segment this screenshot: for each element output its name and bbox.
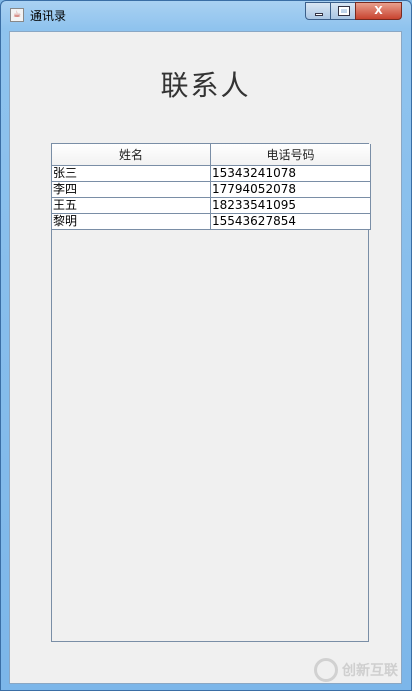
maximize-icon [338,6,350,16]
cell-name[interactable]: 王五 [52,197,211,214]
page-title: 联系人 [160,69,251,102]
contacts-table: 姓名 电话号码 张三 15343241078 李四 17794052078 王五 [52,144,371,230]
java-icon[interactable]: ☕ [10,8,24,22]
table-row[interactable]: 黎明 15543627854 [52,213,371,230]
column-header-phone[interactable]: 电话号码 [210,144,371,166]
title-bar[interactable]: ☕ 通讯录 X [1,1,411,29]
minimize-icon [315,13,323,16]
cell-phone[interactable]: 15343241078 [210,165,371,182]
brand-logo-icon [314,658,338,682]
close-button[interactable]: X [355,2,402,20]
cell-phone[interactable]: 18233541095 [210,197,371,214]
minimize-button[interactable] [305,2,331,20]
window-title: 通讯录 [30,9,67,23]
cell-phone[interactable]: 15543627854 [210,213,371,230]
table-row[interactable]: 王五 18233541095 [52,197,371,214]
cell-name[interactable]: 李四 [52,181,211,198]
cell-name[interactable]: 张三 [52,165,211,182]
table-row[interactable]: 张三 15343241078 [52,165,371,182]
maximize-button[interactable] [330,2,356,20]
close-icon: X [374,4,383,17]
watermark-text: 创新互联 [342,663,398,679]
table-header-row: 姓名 电话号码 [52,144,371,166]
table-row[interactable]: 李四 17794052078 [52,181,371,198]
column-header-name[interactable]: 姓名 [52,144,211,166]
content-pane: 联系人 姓名 电话号码 张三 15343241078 李四 1779405207… [9,31,402,684]
cell-name[interactable]: 黎明 [52,213,211,230]
watermark-logo: 创新互联 [314,656,410,686]
cell-phone[interactable]: 17794052078 [210,181,371,198]
app-window: ☕ 通讯录 X 联系人 姓名 电话号码 张三 15343241078 李四 17… [0,0,412,691]
contacts-table-scrollpane[interactable]: 姓名 电话号码 张三 15343241078 李四 17794052078 王五 [51,143,371,642]
